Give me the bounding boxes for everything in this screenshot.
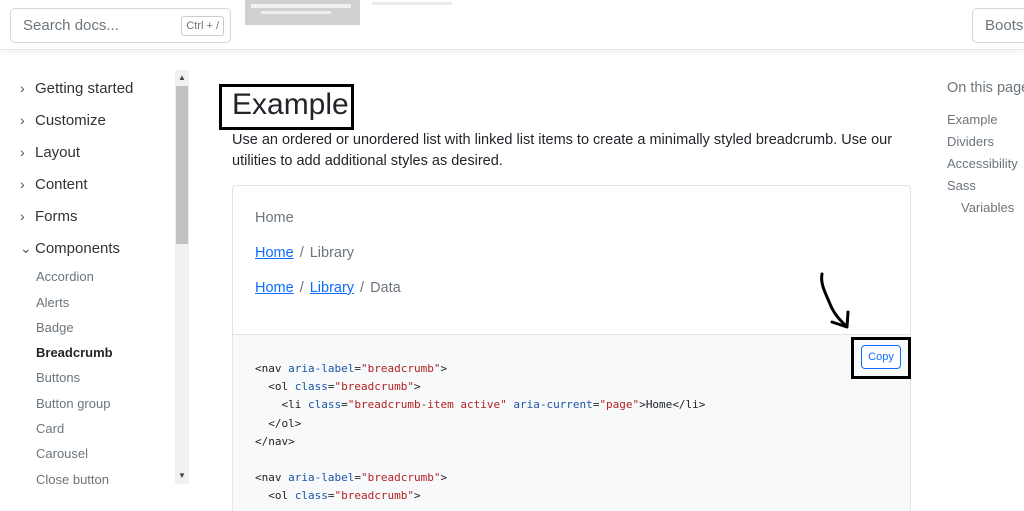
code-lines: <nav aria-label="breadcrumb"> <ol class=… <box>255 362 706 503</box>
chevron-right-icon: › <box>20 144 25 160</box>
breadcrumb-item-active: Data <box>370 280 401 296</box>
breadcrumb-link-home[interactable]: Home <box>255 245 294 261</box>
version-dropdown[interactable]: Boots <box>972 8 1024 43</box>
sidebar-section-label: Getting started <box>35 80 134 97</box>
chevron-right-icon: › <box>20 208 25 224</box>
toc-item-example[interactable]: Example <box>947 112 998 127</box>
sidebar-section-label: Forms <box>35 208 78 225</box>
sidebar-section-customize[interactable]: › Customize <box>20 112 106 129</box>
sidebar-item-close-button[interactable]: Close button <box>36 472 109 487</box>
copy-button[interactable]: Copy <box>861 345 901 369</box>
top-bar: Search docs... Ctrl + / Boots <box>0 0 1024 50</box>
chevron-right-icon: › <box>20 176 25 192</box>
breadcrumb-divider: / <box>360 280 365 296</box>
breadcrumb: Home / Library <box>255 245 354 261</box>
ad-image-band <box>261 11 331 14</box>
docs-page: Search docs... Ctrl + / Boots › Getting s… <box>0 0 1024 511</box>
section-heading: Example <box>232 88 349 121</box>
breadcrumb-item-active: Library <box>309 245 355 261</box>
sidebar-nav: › Getting started › Customize › Layout › Con… <box>0 70 175 511</box>
ad-thumbnail[interactable] <box>245 0 360 25</box>
sidebar-section-layout[interactable]: › Layout <box>20 144 80 161</box>
chevron-right-icon: › <box>20 80 25 96</box>
scrollbar-thumb[interactable] <box>176 86 188 244</box>
annotation-arrow-icon <box>820 272 850 329</box>
ad-text <box>372 2 452 5</box>
toc-item-accessibility[interactable]: Accessibility <box>947 156 1018 171</box>
sidebar-item-carousel[interactable]: Carousel <box>36 446 88 461</box>
sidebar-section-label: Layout <box>35 144 81 161</box>
breadcrumb: Home / Library / Data <box>255 280 401 296</box>
sidebar-section-components[interactable]: ⌄ Components <box>20 240 120 257</box>
toc-item-variables[interactable]: Variables <box>961 200 1014 215</box>
sidebar-item-breadcrumb[interactable]: Breadcrumb <box>36 345 113 360</box>
code-snippet[interactable]: <nav aria-label="breadcrumb"> <ol class=… <box>232 335 911 511</box>
chevron-down-icon: ⌄ <box>20 240 32 256</box>
toc-item-sass[interactable]: Sass <box>947 178 976 193</box>
toc-item-dividers[interactable]: Dividers <box>947 134 994 149</box>
breadcrumb-link-home[interactable]: Home <box>255 280 294 296</box>
sidebar-section-forms[interactable]: › Forms <box>20 208 78 225</box>
sidebar-item-accordion[interactable]: Accordion <box>36 269 94 284</box>
chevron-right-icon: › <box>20 112 25 128</box>
sidebar-section-content[interactable]: › Content <box>20 176 88 193</box>
breadcrumb: Home <box>255 210 294 226</box>
breadcrumb-link-library[interactable]: Library <box>310 280 354 296</box>
sidebar-item-buttons[interactable]: Buttons <box>36 370 80 385</box>
search-shortcut-badge: Ctrl + / <box>181 16 224 36</box>
sidebar-item-button-group[interactable]: Button group <box>36 396 110 411</box>
sidebar-item-alerts[interactable]: Alerts <box>36 295 69 310</box>
sidebar-scrollbar[interactable]: ▲ ▼ <box>175 70 189 484</box>
breadcrumb-divider: / <box>299 245 304 261</box>
sidebar-item-badge[interactable]: Badge <box>36 320 74 335</box>
intro-paragraph: Use an ordered or unordered list with li… <box>232 132 893 169</box>
example-preview: Home Home / Library Home / Library / Data <box>232 185 911 335</box>
toc-title: On this page <box>947 80 1024 96</box>
ad-image-band <box>251 4 351 8</box>
sidebar-section-label: Components <box>35 240 121 257</box>
sidebar-section-label: Content <box>35 176 88 193</box>
sidebar-section-getting-started[interactable]: › Getting started <box>20 80 133 97</box>
scroll-up-arrow-icon[interactable]: ▲ <box>178 73 186 82</box>
scroll-down-arrow-icon[interactable]: ▼ <box>178 471 186 480</box>
breadcrumb-item-active: Home <box>255 210 294 226</box>
search-placeholder: Search docs... <box>23 17 119 34</box>
sidebar-section-label: Customize <box>35 112 106 129</box>
search-input[interactable]: Search docs... Ctrl + / <box>10 8 231 43</box>
breadcrumb-divider: / <box>299 280 304 296</box>
sidebar-item-card[interactable]: Card <box>36 421 64 436</box>
